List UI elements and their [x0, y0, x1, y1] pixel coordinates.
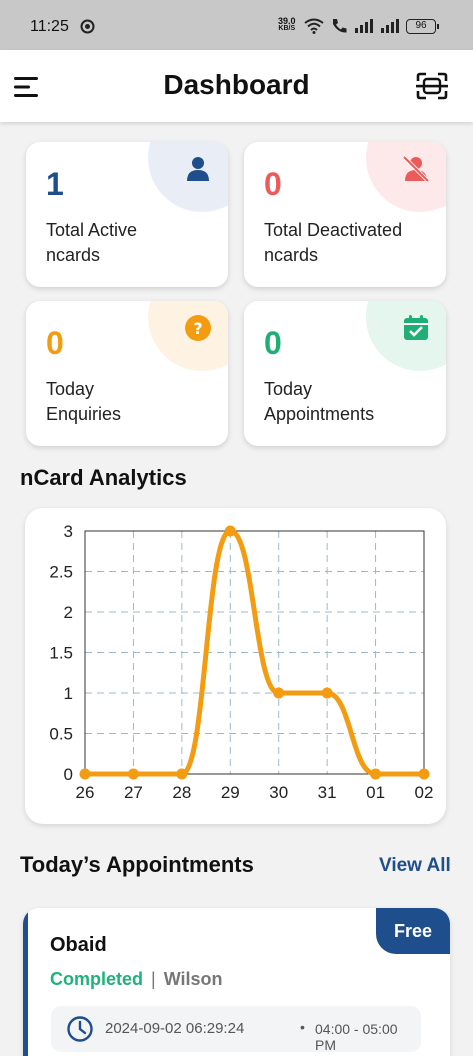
stat-value: 1 [46, 166, 64, 202]
y-tick-label: 3 [64, 522, 73, 541]
app-notification-icon [80, 19, 95, 34]
x-tick-label: 28 [172, 783, 191, 802]
stat-label-line1: Today [264, 379, 313, 399]
stat-label: Total Deactivated ncards [264, 218, 402, 268]
stat-value: 0 [264, 166, 282, 202]
signal-icon [355, 19, 373, 33]
view-all-link[interactable]: View All [379, 855, 451, 877]
data-point [127, 768, 139, 780]
stat-label-line1: Total Deactivated [264, 220, 403, 240]
x-tick-label: 30 [269, 783, 288, 802]
question-icon: ? [185, 315, 211, 341]
y-tick-label: 1 [64, 684, 73, 703]
calendar-check-icon [404, 315, 428, 340]
data-point [79, 768, 91, 780]
battery-icon: 96 [406, 19, 439, 34]
analytics-line-chart: 0 0.5 1 1.5 2 2.5 3 26 27 28 29 30 31 01 02 [49, 522, 434, 802]
appointment-client-name: Obaid [50, 934, 107, 956]
x-tick-label: 01 [366, 783, 385, 802]
appointment-time-slot: 04:00 - 05:00 PM [315, 1021, 398, 1053]
stat-label-line1: Total Active [46, 220, 138, 240]
stat-label: Today Enquiries [46, 377, 121, 427]
svg-text:?: ? [193, 319, 202, 338]
data-point [224, 525, 236, 537]
app-header: Dashboard [0, 50, 473, 122]
data-point [321, 687, 333, 699]
stat-card-total-deactivated[interactable]: 0 Total Deactivated ncards [244, 142, 446, 287]
call-icon [333, 19, 347, 33]
y-tick-label: 2 [64, 603, 73, 622]
stat-label: Today Appointments [264, 377, 374, 427]
stat-label-line1: Today [46, 379, 95, 399]
data-point [418, 768, 430, 780]
status-time: 11:25 [30, 18, 69, 35]
data-point [176, 768, 188, 780]
user-off-icon [402, 155, 430, 183]
appointment-accent-bar [23, 908, 28, 1056]
appointment-host: Wilson [163, 969, 223, 989]
data-point [273, 687, 285, 699]
network-speed: 39.0 KB/S [278, 17, 296, 33]
stat-value: 0 [46, 325, 64, 361]
stat-card-today-enquiries[interactable]: ? 0 Today Enquiries [26, 301, 228, 446]
stat-label-line2: ncards [46, 245, 101, 265]
appointment-status-line: Completed | Wilson [50, 969, 223, 990]
y-tick-label: 2.5 [49, 563, 73, 582]
stat-label-line2: Appointments [264, 404, 375, 424]
status-separator: | [151, 969, 156, 989]
y-tick-label: 0 [64, 765, 73, 784]
appointment-status: Completed [50, 969, 144, 989]
data-point [370, 768, 382, 780]
stat-label-line2: Enquiries [46, 404, 122, 424]
stat-label: Total Active ncards [46, 218, 137, 268]
x-tick-label: 02 [415, 783, 434, 802]
wifi-icon [304, 18, 324, 34]
qr-scan-icon[interactable] [415, 71, 449, 101]
bullet-separator: • [300, 1019, 305, 1035]
network-speed-value: 39.0 [278, 16, 296, 26]
x-tick-label: 26 [76, 783, 95, 802]
user-icon [187, 157, 209, 181]
appointment-datetime: 2024-09-02 06:29:24 [105, 1020, 245, 1037]
appointment-type-badge: Free [376, 908, 450, 954]
x-tick-label: 31 [318, 783, 337, 802]
x-tick-label: 27 [124, 783, 143, 802]
appointments-title: Today’s Appointments [20, 852, 254, 877]
stat-card-today-appointments[interactable]: 0 Today Appointments [244, 301, 446, 446]
y-tick-label: 0.5 [49, 725, 73, 744]
network-speed-unit: KB/S [278, 25, 296, 32]
x-tick-label: 29 [221, 783, 240, 802]
appointment-card[interactable]: Free Obaid Completed | Wilson 2024-09-02 0… [23, 908, 450, 1056]
stat-card-total-active[interactable]: 1 Total Active ncards [26, 142, 228, 287]
clock-icon [67, 1016, 93, 1042]
appointment-time-row: 2024-09-02 06:29:24 • 04:00 - 05:00 PM [51, 1006, 421, 1053]
page-title: Dashboard [163, 69, 310, 100]
stat-label-line2: ncards [264, 245, 319, 265]
signal-icon [381, 19, 399, 33]
analytics-chart-card: 0 0.5 1 1.5 2 2.5 3 26 27 28 29 30 31 01 02 [25, 508, 446, 824]
stat-value: 0 [264, 325, 282, 361]
y-tick-label: 1.5 [49, 644, 73, 663]
analytics-title: nCard Analytics [20, 465, 187, 490]
status-bar: 11:25 39.0 KB/S 96 [0, 0, 473, 50]
